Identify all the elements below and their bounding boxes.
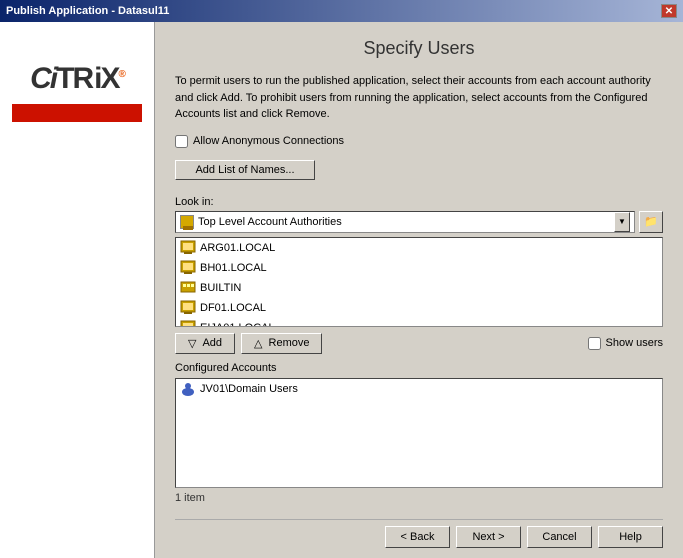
bottom-buttons: < Back Next > Cancel Help [175,519,663,548]
add-text: Add [202,337,222,349]
look-in-row: Top Level Account Authorities ▼ 📁 [175,211,663,233]
back-button[interactable]: < Back [385,526,450,548]
browse-button[interactable]: 📁 [639,211,663,233]
page-title: Specify Users [175,38,663,59]
dialog-body: CiTRiX® Specify Users To permit users to… [0,22,683,558]
remove-triangle-icon: △ [254,337,262,350]
left-panel: CiTRiX® [0,22,155,558]
item-count: 1 item [175,492,663,504]
right-panel: Specify Users To permit users to run the… [155,22,683,558]
list-item[interactable]: ARG01.LOCAL [176,238,662,258]
action-row: ▽ Add △ Remove Show users [175,333,663,354]
domain-icon [180,240,196,256]
look-in-value: Top Level Account Authorities [198,216,614,228]
group-icon [180,381,196,397]
remove-text: Remove [269,337,310,349]
close-button[interactable]: ✕ [661,4,677,18]
allow-anonymous-row: Allow Anonymous Connections [175,135,663,148]
citrix-logo: CiTRiX® [0,42,162,142]
add-list-section: Add List of Names... [175,160,663,188]
show-users-label[interactable]: Show users [606,337,663,349]
title-bar: Publish Application - Datasul11 ✕ [0,0,683,22]
help-button[interactable]: Help [598,526,663,548]
domain-icon [180,300,196,316]
list-item-name: BH01.LOCAL [200,262,267,274]
add-button[interactable]: ▽ Add [175,333,235,354]
configured-item-name: JV01\Domain Users [200,383,298,395]
list-item[interactable]: BUILTIN [176,278,662,298]
look-in-label: Look in: [175,196,663,208]
configured-accounts-list[interactable]: JV01\Domain Users [175,378,663,488]
configured-accounts-label: Configured Accounts [175,362,663,374]
citrix-wordmark: CiTRiX® [30,62,124,96]
add-remove-buttons: ▽ Add △ Remove [175,333,322,354]
description-text: To permit users to run the published app… [175,73,663,123]
cancel-button[interactable]: Cancel [527,526,592,548]
browse-icon: 📁 [644,215,658,228]
list-item[interactable]: DF01.LOCAL [176,298,662,318]
window-title: Publish Application - Datasul11 [6,5,169,17]
list-item-name: DF01.LOCAL [200,302,266,314]
next-button[interactable]: Next > [456,526,521,548]
look-in-dropdown-btn[interactable]: ▼ [614,212,630,232]
list-item-name: ARG01.LOCAL [200,242,275,254]
remove-button[interactable]: △ Remove [241,333,322,354]
allow-anonymous-checkbox[interactable] [175,135,188,148]
domain-icon [180,320,196,327]
configured-list-item[interactable]: JV01\Domain Users [176,379,662,399]
list-item[interactable]: BH01.LOCAL [176,258,662,278]
add-triangle-icon: ▽ [188,337,196,350]
look-in-icon [180,215,194,229]
list-item-name: BUILTIN [200,282,241,294]
show-users-checkbox[interactable] [588,337,601,350]
domain-icon [180,260,196,276]
add-list-button[interactable]: Add List of Names... [175,160,315,180]
list-item-name: EIJA01.LOCAL [200,322,275,327]
citrix-red-bar [12,104,142,122]
domain-icon [180,280,196,296]
show-users-row: Show users [588,337,663,350]
accounts-list[interactable]: ARG01.LOCAL BH01.LOCAL BUILTIN DF01.LOCAL EI… [175,237,663,327]
list-item[interactable]: EIJA01.LOCAL [176,318,662,327]
allow-anonymous-label[interactable]: Allow Anonymous Connections [193,135,344,147]
look-in-select[interactable]: Top Level Account Authorities ▼ [175,211,635,233]
